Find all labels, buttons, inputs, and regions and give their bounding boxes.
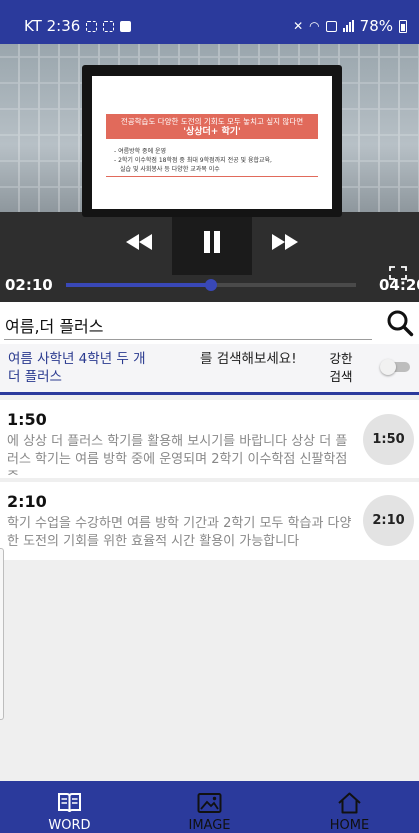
search-icon[interactable] [386,309,414,337]
list-item[interactable]: 2:10 학기 수업을 수강하면 여름 방학 기간과 2학기 모두 학습과 다양… [0,482,419,560]
search-suggestion: 여름 사학년 4학년 두 개 더 플러스 를 검색해보세요! 강한 검색 [0,344,419,392]
nav-label: HOME [329,818,370,833]
seek-progress [66,283,211,287]
timestamp-badge[interactable]: 1:50 [363,414,414,465]
nav-image[interactable]: IMAGE [140,781,279,833]
result-text: 학기 수업을 수강하면 여름 방학 기간과 2학기 모두 학습과 다양한 도전의… [7,516,352,549]
result-text: 에 상상 더 플러스 학기를 활용해 보시기를 바랍니다 상상 더 플러스 학기… [7,434,348,475]
lecture-slide: 전공학습도 다양한 도전의 기회도 모두 놓치고 싶지 않다면 '상상더+ 학기… [92,76,332,209]
video-player[interactable]: 전공학습도 다양한 도전의 기회도 모두 놓치고 싶지 않다면 '상상더+ 학기… [0,44,419,302]
nav-label: WORD [48,818,91,833]
slide-headline: 전공학습도 다양한 도전의 기회도 모두 놓치고 싶지 않다면 '상상더+ 학기… [106,114,318,139]
results-list: 1:50 에 상상 더 플러스 학기를 활용해 보시기를 바랍니다 상상 더 플… [0,395,419,781]
fast-forward-icon[interactable] [272,234,298,250]
suggested-query[interactable]: 여름 사학년 4학년 두 개 더 플러스 [8,350,158,386]
screenshot-icon [86,20,98,32]
strong-search-toggle[interactable] [380,359,412,375]
battery-icon [399,19,407,33]
search-input[interactable] [4,310,372,340]
toggle-thumb [380,359,396,375]
search-bar [0,302,419,344]
slide-bullets: - 여름방학 중에 운영 - 2학기 이수학점 18학점 중 최대 9학점까지 … [114,148,272,173]
nav-home[interactable]: HOME [280,781,419,833]
result-time: 2:10 [7,492,47,511]
slide-title: '상상더+ 학기' [183,127,241,137]
battery-percent: 78% [359,17,393,35]
rewind-icon[interactable] [126,234,152,250]
signal-icon [342,20,354,32]
bottom-nav: WORD IMAGE HOME [0,781,419,833]
nav-label: IMAGE [188,818,231,833]
wifi-icon: ◠ [309,19,320,33]
lte-icon [325,20,337,32]
home-icon [338,792,361,814]
current-time: 02:10 [5,276,53,294]
capture-icon [103,20,115,32]
total-time: 04:20 [379,276,419,294]
result-time: 1:50 [7,410,47,429]
seek-handle[interactable] [205,279,217,291]
status-right: ✕ ◠ 78% [293,17,407,35]
timestamp-badge[interactable]: 2:10 [363,495,414,546]
nav-word[interactable]: WORD [0,781,139,833]
mute-icon: ✕ [293,19,304,33]
status-left: KT 2:36 [24,17,132,35]
carrier-time: KT 2:36 [24,17,81,35]
monitor: 전공학습도 다양한 도전의 기회도 모두 놓치고 싶지 않다면 '상상더+ 학기… [82,65,342,275]
list-item[interactable]: 1:50 에 상상 더 플러스 학기를 활용해 보시기를 바랍니다 상상 더 플… [0,400,419,478]
pause-icon[interactable] [203,231,221,253]
image-icon [197,793,222,813]
strong-search-label: 강한 검색 [329,351,353,384]
seek-bar[interactable] [66,279,356,291]
status-bar: KT 2:36 ✕ ◠ 78% [0,0,419,44]
suggestion-suffix: 를 검색해보세요! [200,351,297,367]
notification-icon [120,20,132,32]
document-icon [58,793,81,813]
side-drawer-handle[interactable] [0,548,4,720]
